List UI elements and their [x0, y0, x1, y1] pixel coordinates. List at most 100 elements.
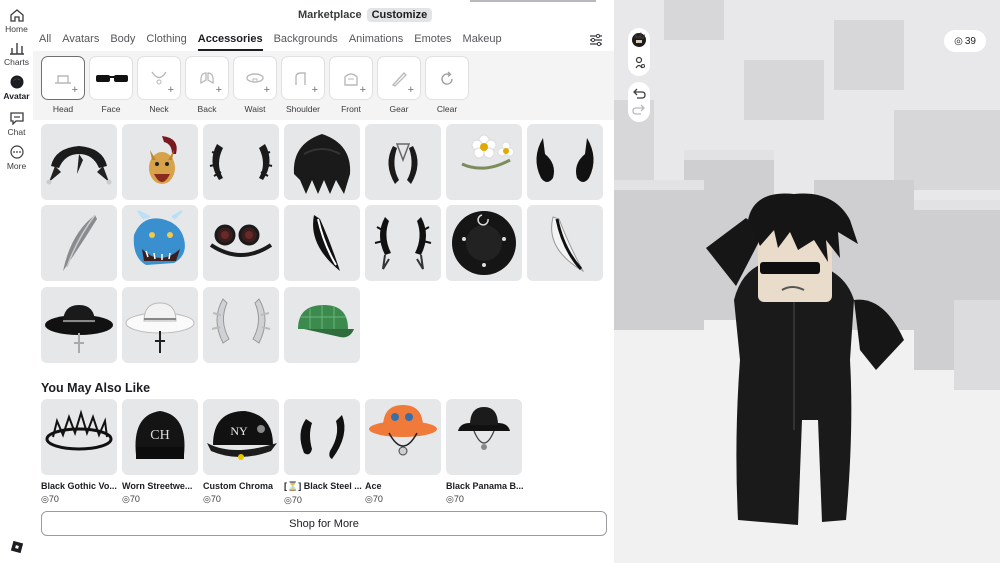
- rail-home-label: Home: [5, 24, 28, 34]
- rail-charts[interactable]: Charts: [0, 41, 33, 67]
- subcat-back[interactable]: + Back: [185, 56, 229, 114]
- subcat-label: Front: [341, 104, 361, 114]
- rec-item[interactable]: [⏳] Black Steel ... ◎70: [284, 399, 362, 506]
- category-tab[interactable]: Avatars: [62, 33, 99, 51]
- rail-more-label: More: [6, 161, 27, 171]
- jester-hat-icon: [46, 146, 112, 185]
- more-icon: [9, 145, 24, 159]
- subcat-head[interactable]: + Head: [41, 56, 85, 114]
- accessory-tile[interactable]: [446, 124, 522, 200]
- category-tab[interactable]: Clothing: [146, 33, 186, 51]
- robux-icon: ◎: [284, 495, 292, 505]
- rec-item[interactable]: Ace ◎70: [365, 399, 441, 505]
- subcat-neck[interactable]: + Neck: [137, 56, 181, 114]
- black-feather-icon: [313, 215, 340, 271]
- daisy-crown-icon: [461, 134, 515, 170]
- customize-tab[interactable]: Customize: [366, 8, 433, 22]
- subcat-waist[interactable]: + Waist: [233, 56, 277, 114]
- plus-icon: +: [407, 84, 414, 96]
- avatar-thumb-icon[interactable]: [628, 28, 650, 76]
- rec-item-price: 70: [48, 494, 59, 504]
- rail-more[interactable]: More: [0, 145, 33, 171]
- subcat-face[interactable]: Face: [89, 56, 133, 114]
- avatar-preview[interactable]: ◎ 39: [614, 0, 1000, 563]
- svg-text:NY: NY: [230, 424, 248, 438]
- plus-icon: +: [71, 84, 78, 96]
- robux-icon: ◎: [446, 494, 454, 504]
- chart-icon: [9, 43, 24, 55]
- accessory-tile[interactable]: [41, 205, 117, 281]
- shop-for-more-button[interactable]: Shop for More: [41, 511, 607, 536]
- accessory-tile[interactable]: [203, 287, 279, 363]
- accessory-tile[interactable]: [446, 205, 522, 281]
- rail-home[interactable]: Home: [0, 8, 33, 34]
- accessory-tile[interactable]: [203, 205, 279, 281]
- rail-avatar[interactable]: Avatar: [0, 75, 33, 101]
- robux-balance[interactable]: ◎ 39: [944, 30, 986, 52]
- rec-item[interactable]: Black Gothic Vo... ◎70: [41, 399, 117, 505]
- subcat-label: Shoulder: [285, 104, 321, 114]
- rail-avatar-label: Avatar: [3, 91, 30, 101]
- recommendations-title: You May Also Like: [41, 381, 151, 395]
- accessory-tile[interactable]: [527, 124, 603, 200]
- category-tab[interactable]: Emotes: [414, 33, 451, 51]
- thorn-horns-icon: [209, 144, 273, 180]
- category-tab[interactable]: Makeup: [463, 33, 502, 51]
- accessory-tile[interactable]: [365, 205, 441, 281]
- bucket-hat-icon: [458, 407, 510, 450]
- rail-chat-label: Chat: [7, 127, 26, 137]
- accessory-tile[interactable]: [284, 205, 360, 281]
- accessory-tile[interactable]: [122, 287, 198, 363]
- rec-item[interactable]: Black Panama B... ◎70: [446, 399, 524, 505]
- category-tab[interactable]: Backgrounds: [274, 33, 338, 51]
- rec-item-name: Worn Streetwe...: [122, 481, 193, 491]
- accessory-tile[interactable]: [122, 205, 198, 281]
- robux-icon: ◎: [122, 494, 130, 504]
- category-tab-active[interactable]: Accessories: [197, 33, 263, 51]
- marketplace-tab[interactable]: Marketplace: [293, 8, 367, 22]
- accessory-tile[interactable]: [122, 124, 198, 200]
- home-icon: [9, 9, 24, 22]
- rec-item[interactable]: CH Worn Streetwe... ◎70: [122, 399, 198, 505]
- scene-tools-group: [628, 28, 650, 76]
- rail-chat[interactable]: Chat: [0, 111, 33, 137]
- category-tab[interactable]: Body: [110, 33, 135, 51]
- robux-icon: ◎: [365, 494, 373, 504]
- subcat-label: Clear: [436, 104, 458, 114]
- silver-feather-icon: [63, 214, 97, 271]
- rec-item[interactable]: NY Custom Chroma ◎70: [203, 399, 279, 505]
- accessory-tile[interactable]: [203, 124, 279, 200]
- green-cap-icon: [298, 305, 354, 338]
- rec-item-name: [⏳] Black Steel ...: [284, 481, 362, 491]
- fox-mask-icon: [149, 136, 177, 184]
- undo-redo-icons[interactable]: [628, 82, 650, 122]
- accessory-tile[interactable]: [284, 124, 360, 200]
- refresh-icon: [441, 71, 453, 85]
- rec-item-name: Black Gothic Vo...: [41, 481, 117, 491]
- plus-icon: +: [263, 84, 270, 96]
- filter-icon[interactable]: [589, 33, 603, 47]
- robux-amount: 39: [964, 35, 976, 47]
- rec-item-name: Custom Chroma: [203, 481, 274, 491]
- accessory-tile[interactable]: [365, 124, 441, 200]
- accessory-tile[interactable]: [527, 205, 603, 281]
- category-tab[interactable]: Animations: [349, 33, 403, 51]
- robux-icon: ◎: [41, 494, 49, 504]
- baseball-cap-icon: NY: [207, 411, 277, 460]
- white-feather-icon: [551, 216, 585, 273]
- subcat-shoulder[interactable]: + Shoulder: [281, 56, 325, 114]
- category-tab[interactable]: All: [39, 33, 51, 51]
- subcat-label: Gear: [389, 104, 409, 114]
- accessory-tile[interactable]: [41, 287, 117, 363]
- accessory-tile[interactable]: [41, 124, 117, 200]
- spiked-horns-icon: [374, 217, 432, 270]
- plus-icon: +: [215, 84, 222, 96]
- accessory-tile[interactable]: [284, 287, 360, 363]
- ace-hat-icon: [369, 405, 437, 456]
- rec-item-price: 70: [453, 494, 464, 504]
- mode-switch: Marketplace Customize: [293, 7, 433, 23]
- roblox-logo-icon[interactable]: [10, 540, 24, 554]
- subcat-clear[interactable]: Clear: [425, 56, 469, 114]
- subcat-front[interactable]: + Front: [329, 56, 373, 114]
- subcat-gear[interactable]: + Gear: [377, 56, 421, 114]
